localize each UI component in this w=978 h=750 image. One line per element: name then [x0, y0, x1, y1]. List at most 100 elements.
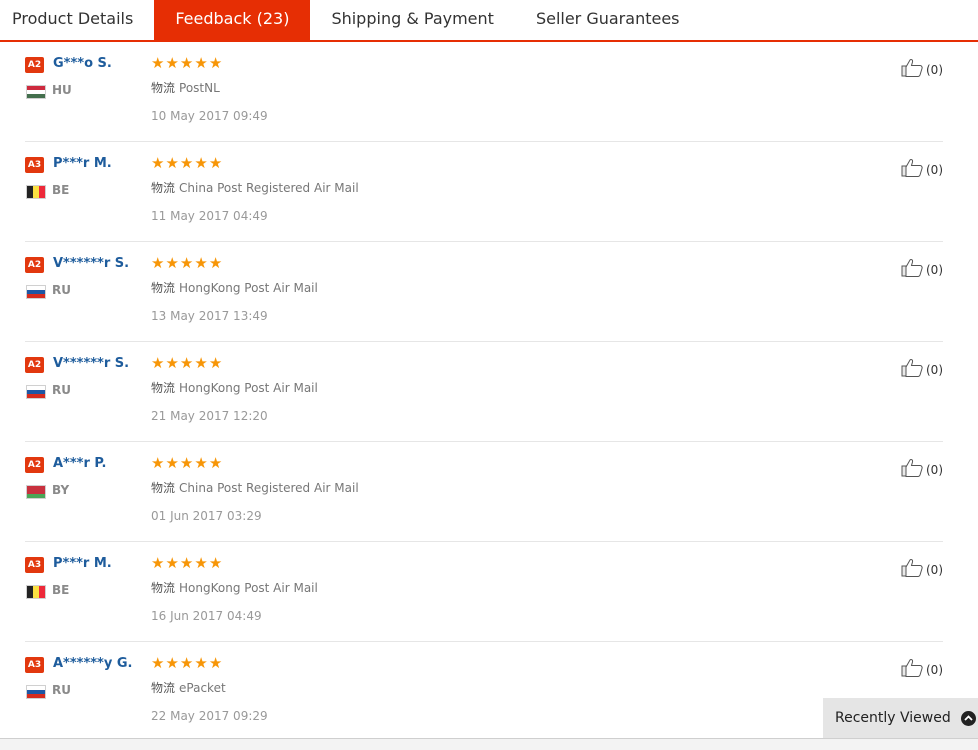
helpful-button[interactable]: (0) [900, 158, 943, 181]
buyer-name: V******r S. [53, 256, 130, 271]
shipping-method: 物流 ePacket [151, 679, 226, 696]
country-flag-icon [26, 185, 46, 199]
buyer-level-badge: A3 [25, 557, 44, 573]
helpful-count: (0) [926, 162, 943, 177]
rating-stars: ★ ★ ★ ★ ★ [151, 455, 222, 471]
thumbs-up-icon [900, 58, 926, 81]
helpful-count: (0) [926, 362, 943, 377]
feedback-row: A2 G***o S. HU ★ ★ ★ ★ ★ 物流 PostNL 10 May 2017 09:… [25, 42, 943, 142]
thumbs-up-icon [900, 658, 926, 681]
star-icon: ★ [165, 154, 179, 172]
feedback-date: 01 Jun 2017 03:29 [151, 509, 262, 523]
buyer-level-badge: A2 [25, 57, 44, 73]
shipping-value: HongKong Post Air Mail [179, 281, 318, 295]
country-code: RU [52, 683, 71, 697]
country-flag-icon [26, 85, 46, 99]
star-icon: ★ [208, 554, 223, 572]
helpful-button[interactable]: (0) [900, 458, 943, 481]
shipping-label: 物流 [151, 381, 176, 395]
country-code: BE [52, 583, 70, 597]
shipping-value: PostNL [179, 81, 220, 95]
buyer-name: P***r M. [53, 556, 112, 571]
shipping-label: 物流 [151, 281, 176, 295]
shipping-value: China Post Registered Air Mail [179, 181, 359, 195]
buyer-name: V******r S. [53, 356, 130, 371]
country-flag-icon [26, 685, 46, 699]
shipping-method: 物流 HongKong Post Air Mail [151, 279, 318, 296]
shipping-label: 物流 [151, 581, 176, 595]
star-icon: ★ [179, 154, 194, 172]
shipping-method: 物流 HongKong Post Air Mail [151, 379, 318, 396]
buyer-level-badge: A2 [25, 457, 44, 473]
shipping-method: 物流 China Post Registered Air Mail [151, 479, 359, 496]
star-icon: ★ [179, 554, 194, 572]
star-icon: ★ [179, 54, 194, 72]
feedback-date: 22 May 2017 09:29 [151, 709, 268, 723]
star-icon: ★ [208, 54, 223, 72]
country-code: RU [52, 283, 71, 297]
country-flag-icon [26, 485, 46, 499]
tab-shipping-payment[interactable]: Shipping & Payment [310, 0, 515, 40]
tab-bar: Product Details Feedback (23) Shipping & P… [0, 0, 978, 42]
shipping-label: 物流 [151, 681, 176, 695]
buyer-level-badge: A3 [25, 157, 44, 173]
helpful-count: (0) [926, 562, 943, 577]
tab-product-details[interactable]: Product Details [0, 0, 154, 40]
shipping-label: 物流 [151, 181, 176, 195]
country-code: HU [52, 83, 72, 97]
star-icon: ★ [151, 254, 165, 272]
star-icon: ★ [208, 354, 223, 372]
star-icon: ★ [165, 254, 179, 272]
star-icon: ★ [179, 354, 194, 372]
feedback-row: A3 P***r M. BE ★ ★ ★ ★ ★ 物流 China Post Registered… [25, 142, 943, 242]
buyer-level-badge: A2 [25, 357, 44, 373]
helpful-count: (0) [926, 62, 943, 77]
buyer-name: P***r M. [53, 156, 112, 171]
buyer-name: G***o S. [53, 56, 112, 71]
country-flag-icon [26, 385, 46, 399]
buyer-level-badge: A3 [25, 657, 44, 673]
feedback-row: A2 V******r S. RU ★ ★ ★ ★ ★ 物流 HongKong Post Air … [25, 242, 943, 342]
helpful-button[interactable]: (0) [900, 58, 943, 81]
buyer-name: A***r P. [53, 456, 107, 471]
helpful-button[interactable]: (0) [900, 258, 943, 281]
rating-stars: ★ ★ ★ ★ ★ [151, 255, 222, 271]
rating-stars: ★ ★ ★ ★ ★ [151, 555, 222, 571]
star-icon: ★ [208, 454, 223, 472]
helpful-count: (0) [926, 662, 943, 677]
shipping-label: 物流 [151, 481, 176, 495]
feedback-date: 11 May 2017 04:49 [151, 209, 268, 223]
thumbs-up-icon [900, 258, 926, 281]
star-icon: ★ [194, 54, 208, 72]
helpful-count: (0) [926, 462, 943, 477]
star-icon: ★ [151, 654, 165, 672]
star-icon: ★ [208, 654, 223, 672]
feedback-date: 16 Jun 2017 04:49 [151, 609, 262, 623]
tab-feedback[interactable]: Feedback (23) [154, 0, 311, 40]
shipping-value: HongKong Post Air Mail [179, 581, 318, 595]
helpful-count: (0) [926, 262, 943, 277]
buyer-level-badge: A2 [25, 257, 44, 273]
shipping-value: HongKong Post Air Mail [179, 381, 318, 395]
star-icon: ★ [151, 154, 165, 172]
star-icon: ★ [179, 254, 194, 272]
star-icon: ★ [194, 154, 208, 172]
tab-seller-guarantees[interactable]: Seller Guarantees [515, 0, 701, 40]
helpful-button[interactable]: (0) [900, 558, 943, 581]
star-icon: ★ [165, 554, 179, 572]
feedback-list: A2 G***o S. HU ★ ★ ★ ★ ★ 物流 PostNL 10 May 2017 09:… [25, 42, 943, 742]
country-code: BY [52, 483, 70, 497]
helpful-button[interactable]: (0) [900, 358, 943, 381]
thumbs-up-icon [900, 458, 926, 481]
shipping-method: 物流 HongKong Post Air Mail [151, 579, 318, 596]
star-icon: ★ [194, 554, 208, 572]
thumbs-up-icon [900, 158, 926, 181]
feedback-row: A3 P***r M. BE ★ ★ ★ ★ ★ 物流 HongKong Post Air Mai… [25, 542, 943, 642]
star-icon: ★ [194, 254, 208, 272]
star-icon: ★ [151, 54, 165, 72]
thumbs-up-icon [900, 358, 926, 381]
star-icon: ★ [194, 654, 208, 672]
recently-viewed-button[interactable]: Recently Viewed [823, 698, 978, 738]
rating-stars: ★ ★ ★ ★ ★ [151, 355, 222, 371]
helpful-button[interactable]: (0) [900, 658, 943, 681]
